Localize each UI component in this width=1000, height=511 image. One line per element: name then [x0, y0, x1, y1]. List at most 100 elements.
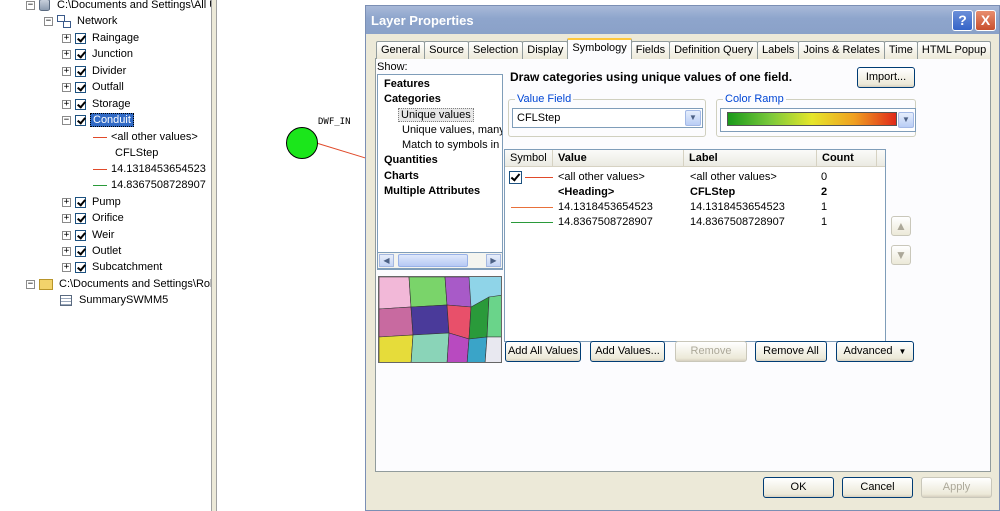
toc-layer[interactable]: + Subcatchment — [62, 259, 164, 275]
toc-layer[interactable]: + Outfall — [62, 79, 126, 95]
advanced-button[interactable]: Advanced ▼ — [836, 341, 914, 362]
header-count[interactable]: Count — [817, 150, 877, 167]
show-list[interactable]: Features Categories Unique values Unique… — [377, 74, 503, 270]
toc-layer[interactable]: + Divider — [62, 63, 128, 79]
toc-splitter[interactable] — [211, 0, 217, 511]
red-line-symbol[interactable] — [525, 177, 553, 178]
layer-checkbox[interactable] — [75, 114, 86, 126]
chevron-down-icon[interactable]: ▼ — [898, 112, 914, 128]
close-button[interactable]: X — [975, 10, 996, 31]
toc-layer[interactable]: + Orifice — [62, 210, 126, 226]
add-all-values-button[interactable]: Add All Values — [505, 341, 581, 362]
expand-icon[interactable]: + — [62, 246, 71, 256]
layer-checkbox[interactable] — [75, 261, 86, 273]
remove-all-button[interactable]: Remove All — [755, 341, 827, 362]
tab-general[interactable]: General — [376, 41, 426, 59]
value-field-select[interactable]: CFLStep ▼ — [512, 108, 703, 128]
tab-html-popup[interactable]: HTML Popup — [916, 41, 992, 59]
collapse-icon[interactable]: − — [62, 115, 71, 125]
header-symbol[interactable]: Symbol — [505, 150, 553, 167]
show-match-to-symbols[interactable]: Match to symbols in a — [402, 139, 502, 151]
show-unique-values[interactable]: Unique values — [398, 108, 474, 122]
collapse-icon[interactable]: − — [26, 279, 35, 289]
expand-icon[interactable]: + — [62, 33, 71, 43]
expand-icon[interactable]: + — [62, 66, 71, 76]
import-button[interactable]: Import... — [857, 67, 915, 88]
header-value[interactable]: Value — [553, 150, 684, 167]
help-button[interactable]: ? — [952, 10, 973, 31]
show-categories[interactable]: Categories — [384, 93, 441, 105]
collapse-icon[interactable]: − — [44, 16, 53, 26]
tab-source[interactable]: Source — [424, 41, 469, 59]
expand-icon[interactable]: + — [62, 213, 71, 223]
color-ramp-select[interactable]: ▼ — [720, 108, 916, 132]
move-down-icon[interactable]: ▼ — [891, 245, 911, 265]
layer-checkbox[interactable] — [75, 98, 86, 110]
toc-root-folder[interactable]: − C:\Documents and Settings\Robe — [26, 276, 212, 292]
remove-button[interactable]: Remove — [675, 341, 747, 362]
green-line-symbol[interactable] — [511, 222, 553, 223]
layer-checkbox[interactable] — [75, 212, 86, 224]
toc-layer[interactable]: + Pump — [62, 194, 123, 210]
tab-symbology[interactable]: Symbology — [567, 38, 632, 59]
tab-joins-relates[interactable]: Joins & Relates — [798, 41, 885, 59]
scroll-right-icon[interactable]: ▶ — [486, 254, 501, 267]
collapse-icon[interactable]: − — [26, 0, 35, 10]
layer-checkbox[interactable] — [75, 48, 86, 60]
show-features[interactable]: Features — [384, 78, 430, 90]
orange-line-symbol[interactable] — [511, 207, 553, 208]
ok-button[interactable]: OK — [763, 477, 834, 498]
layer-checkbox[interactable] — [75, 196, 86, 208]
row-checkbox[interactable] — [509, 171, 522, 184]
expand-icon[interactable]: + — [62, 262, 71, 272]
toc-root-db[interactable]: − C:\Documents and Settings\All U — [26, 0, 212, 13]
map-view[interactable] — [218, 0, 368, 511]
table-row[interactable]: 14.8367508728907 14.8367508728907 1 — [505, 215, 885, 230]
toc-layer-conduit[interactable]: − Conduit — [62, 112, 134, 128]
scroll-left-icon[interactable]: ◀ — [379, 254, 394, 267]
selected-layer-label[interactable]: Conduit — [90, 113, 134, 127]
move-up-icon[interactable]: ▲ — [891, 216, 911, 236]
toc-table[interactable]: SummarySWMM5 — [60, 292, 170, 308]
toc-layer[interactable]: + Weir — [62, 227, 116, 243]
expand-icon[interactable]: + — [62, 230, 71, 240]
toc-layer[interactable]: + Junction — [62, 46, 135, 62]
row-label[interactable]: 14.8367508728907 — [690, 215, 785, 230]
row-label[interactable]: 14.1318453654523 — [690, 200, 785, 215]
show-list-scrollbar[interactable]: ◀ ▶ — [377, 252, 503, 269]
tab-selection[interactable]: Selection — [468, 41, 524, 59]
toc-layer[interactable]: + Storage — [62, 96, 133, 112]
expand-icon[interactable]: + — [62, 99, 71, 109]
toc-layer[interactable]: + Raingage — [62, 30, 141, 46]
dialog-titlebar[interactable]: Layer Properties ? X — [366, 6, 999, 34]
cancel-button[interactable]: Cancel — [842, 477, 913, 498]
layer-checkbox[interactable] — [75, 229, 86, 241]
tab-fields[interactable]: Fields — [630, 41, 671, 59]
expand-icon[interactable]: + — [62, 49, 71, 59]
scrollbar-thumb[interactable] — [398, 254, 468, 267]
show-unique-values-many[interactable]: Unique values, many — [402, 124, 502, 136]
layer-checkbox[interactable] — [75, 245, 86, 257]
chevron-down-icon[interactable]: ▼ — [685, 110, 701, 126]
tab-labels[interactable]: Labels — [756, 41, 800, 59]
apply-button[interactable]: Apply — [921, 477, 992, 498]
layer-checkbox[interactable] — [75, 65, 86, 77]
tab-definition-query[interactable]: Definition Query — [669, 41, 758, 59]
tab-time[interactable]: Time — [883, 41, 918, 59]
map-node[interactable] — [286, 127, 318, 159]
header-label[interactable]: Label — [684, 150, 817, 167]
show-multiple-attributes[interactable]: Multiple Attributes — [384, 185, 480, 197]
toc-network-group[interactable]: − Network — [44, 13, 119, 29]
table-row-heading[interactable]: <Heading> CFLStep 2 — [505, 185, 885, 200]
expand-icon[interactable]: + — [62, 82, 71, 92]
unique-values-table[interactable]: Symbol Value Label Count <all other valu… — [504, 149, 886, 342]
layer-checkbox[interactable] — [75, 81, 86, 93]
show-quantities[interactable]: Quantities — [384, 154, 438, 166]
add-values-button[interactable]: Add Values... — [590, 341, 665, 362]
expand-icon[interactable]: + — [62, 197, 71, 207]
table-row[interactable]: <all other values> <all other values> 0 — [505, 170, 885, 185]
tab-display[interactable]: Display — [522, 41, 569, 59]
show-charts[interactable]: Charts — [384, 170, 419, 182]
toc-layer[interactable]: + Outlet — [62, 243, 123, 259]
table-row[interactable]: 14.1318453654523 14.1318453654523 1 — [505, 200, 885, 215]
